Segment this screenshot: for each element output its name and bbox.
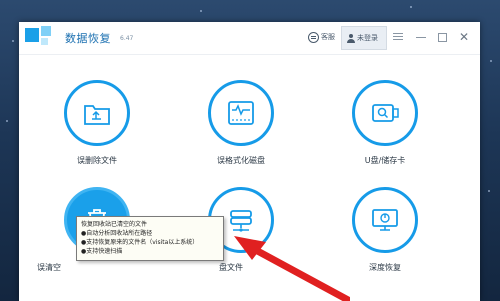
monitor-deep-scan-icon xyxy=(372,209,398,231)
desktop-star xyxy=(12,40,14,42)
desktop-star xyxy=(488,190,490,192)
title-bar[interactable]: 数据恢复 6.47 客服 未登录 ✕ xyxy=(19,22,480,55)
maximize-icon xyxy=(438,33,447,42)
tooltip-bullet: ●自动分析回收站所在路径 xyxy=(81,230,153,237)
card-usb-memory[interactable]: U盘/储存卡 xyxy=(331,80,431,190)
usb-search-icon xyxy=(372,104,399,122)
hamburger-menu-icon xyxy=(393,33,403,34)
tooltip-bullet: ●支持快速扫描 xyxy=(81,248,123,255)
menu-button[interactable] xyxy=(391,30,405,44)
tooltip: 恢复回收站已清空的文件 ●自动分析回收站所在路径 ●支持恢复原来的文件名（vis… xyxy=(76,216,224,261)
card-label: 误格式化磁盘 xyxy=(217,156,265,165)
app-logo-icon xyxy=(25,26,55,46)
feedback-label: 客服 xyxy=(321,33,335,41)
card-deleted-files[interactable]: 误删除文件 xyxy=(43,80,143,190)
card-formatted-disk[interactable]: 误格式化磁盘 xyxy=(187,80,287,190)
folder-recycle-icon xyxy=(84,105,110,125)
maximize-button[interactable] xyxy=(435,30,449,44)
minimize-icon xyxy=(416,37,426,38)
feedback-button[interactable]: 客服 xyxy=(308,30,335,44)
desktop-star xyxy=(490,60,492,62)
desktop-star xyxy=(410,6,412,8)
app-title: 数据恢复 xyxy=(65,32,111,45)
disk-pulse-icon xyxy=(228,101,254,125)
annotation-arrow-icon xyxy=(234,236,350,301)
tooltip-title: 恢复回收站已清空的文件 xyxy=(81,221,148,228)
card-label: U盘/储存卡 xyxy=(364,156,406,165)
chat-icon xyxy=(308,31,319,43)
minimize-button[interactable] xyxy=(414,30,428,44)
card-label: 误清空 xyxy=(37,263,61,272)
card-circle[interactable] xyxy=(64,80,130,146)
card-circle[interactable] xyxy=(208,80,274,146)
card-circle[interactable] xyxy=(352,80,418,146)
app-version: 6.47 xyxy=(120,35,134,42)
card-label: 误删除文件 xyxy=(77,156,117,165)
close-button[interactable]: ✕ xyxy=(457,30,471,44)
desktop-star xyxy=(6,120,8,122)
user-icon xyxy=(347,33,355,43)
card-circle[interactable] xyxy=(352,187,418,253)
tooltip-bullet: ●支持恢复原来的文件名（visita以上系统） xyxy=(81,239,199,246)
login-label: 未登录 xyxy=(357,34,378,42)
desktop-star xyxy=(200,10,202,12)
login-button[interactable]: 未登录 xyxy=(341,26,387,50)
